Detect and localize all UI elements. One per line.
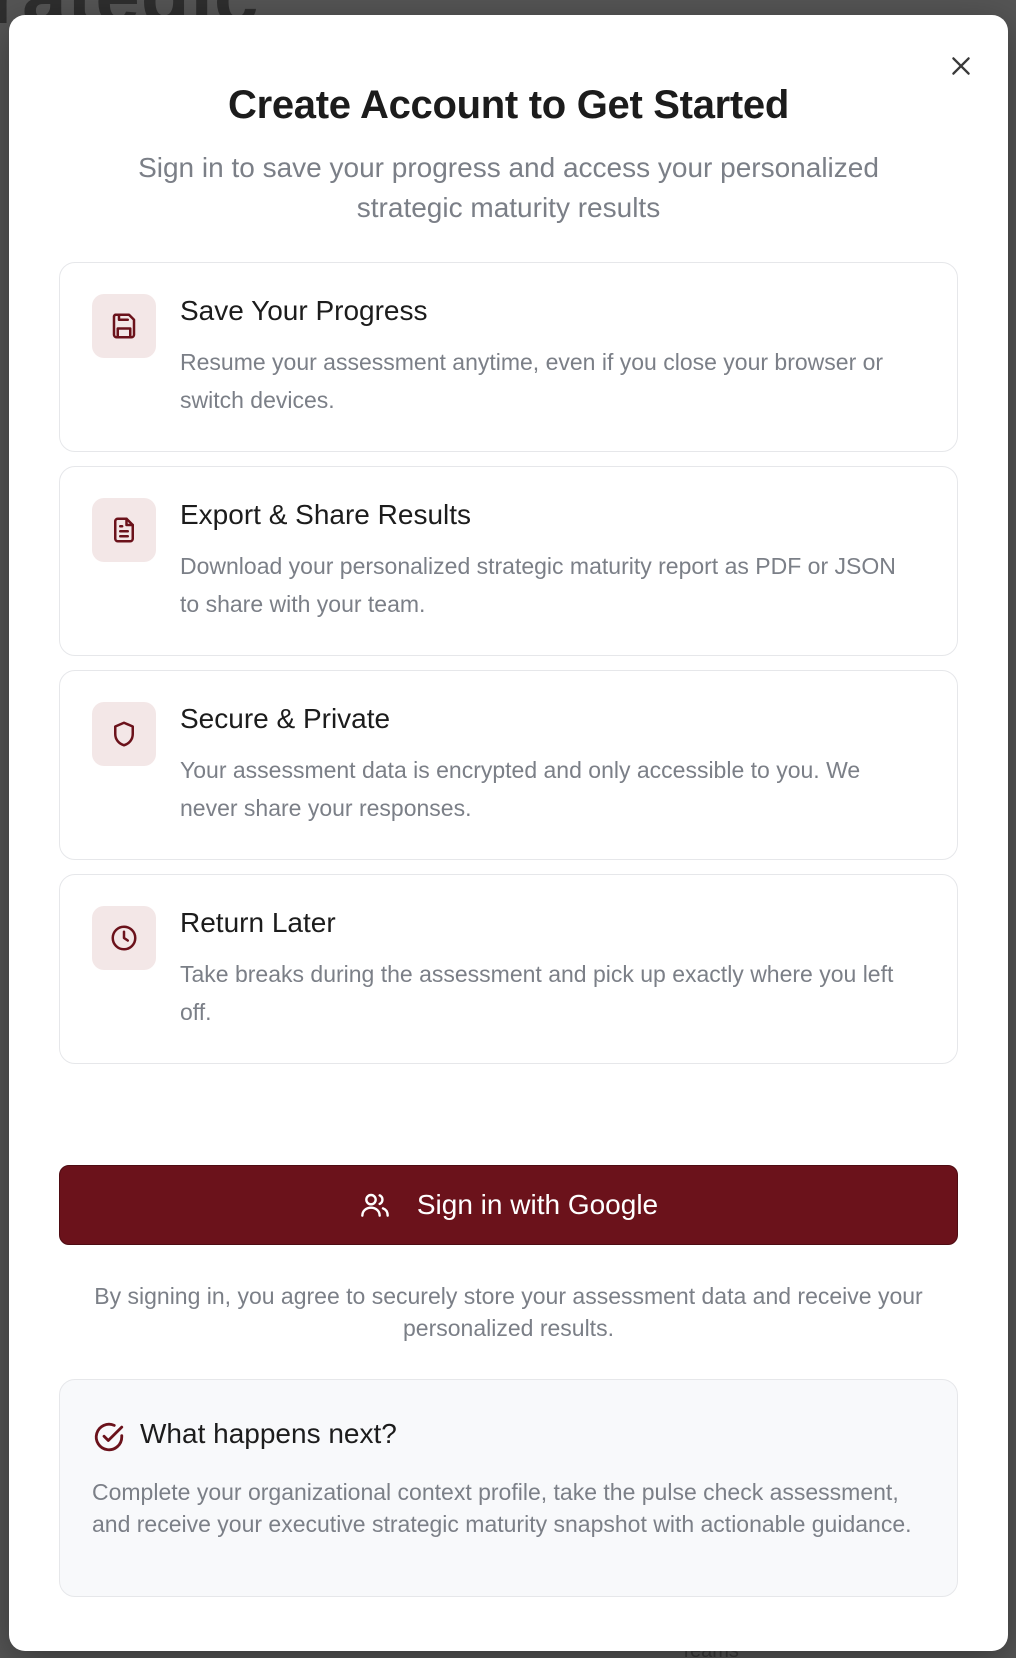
create-account-modal: Create Account to Get Started Sign in to…: [9, 15, 1008, 1651]
feature-title: Save Your Progress: [180, 295, 428, 326]
users-icon: [360, 1193, 389, 1217]
close-button[interactable]: [944, 49, 978, 83]
feature-card-secure-private: Secure & Private Your assessment data is…: [59, 670, 958, 860]
save-icon: [112, 313, 136, 339]
feature-icon-container: [92, 498, 156, 562]
sign-in-with-google-button[interactable]: Sign in with Google: [59, 1165, 958, 1245]
check-circle-icon: [94, 1422, 124, 1452]
feature-title: Export & Share Results: [180, 499, 472, 530]
feature-title: Secure & Private: [180, 703, 391, 734]
feature-description: Your assessment data is encrypted and on…: [180, 757, 861, 821]
feature-icon-container: [92, 294, 156, 358]
feature-card-save-progress: Save Your Progress Resume your assessmen…: [59, 262, 958, 452]
feature-title: Return Later: [180, 907, 336, 938]
next-steps-panel: What happens next? Complete your organiz…: [59, 1379, 958, 1597]
feature-icon-container: [92, 702, 156, 766]
next-steps-description: Complete your organizational context pro…: [92, 1479, 912, 1537]
shield-icon: [114, 721, 134, 747]
feature-icon-container: [92, 906, 156, 970]
feature-description: Resume your assessment anytime, even if …: [180, 349, 884, 413]
feature-description: Take breaks during the assessment and pi…: [180, 961, 894, 1025]
clock-icon: [111, 925, 137, 951]
sign-in-button-label: Sign in with Google: [416, 1189, 659, 1220]
next-steps-title: What happens next?: [140, 1418, 397, 1449]
close-icon: [952, 57, 970, 75]
terms-notice: By signing in, you agree to securely sto…: [94, 1283, 923, 1341]
modal-title: Create Account to Get Started: [227, 83, 790, 127]
feature-card-export-share: Export & Share Results Download your per…: [59, 466, 958, 656]
document-icon: [114, 517, 134, 543]
feature-description: Download your personalized strategic mat…: [180, 553, 896, 617]
modal-subtitle: Sign in to save your progress and access…: [138, 152, 879, 223]
feature-card-return-later: Return Later Take breaks during the asse…: [59, 874, 958, 1064]
